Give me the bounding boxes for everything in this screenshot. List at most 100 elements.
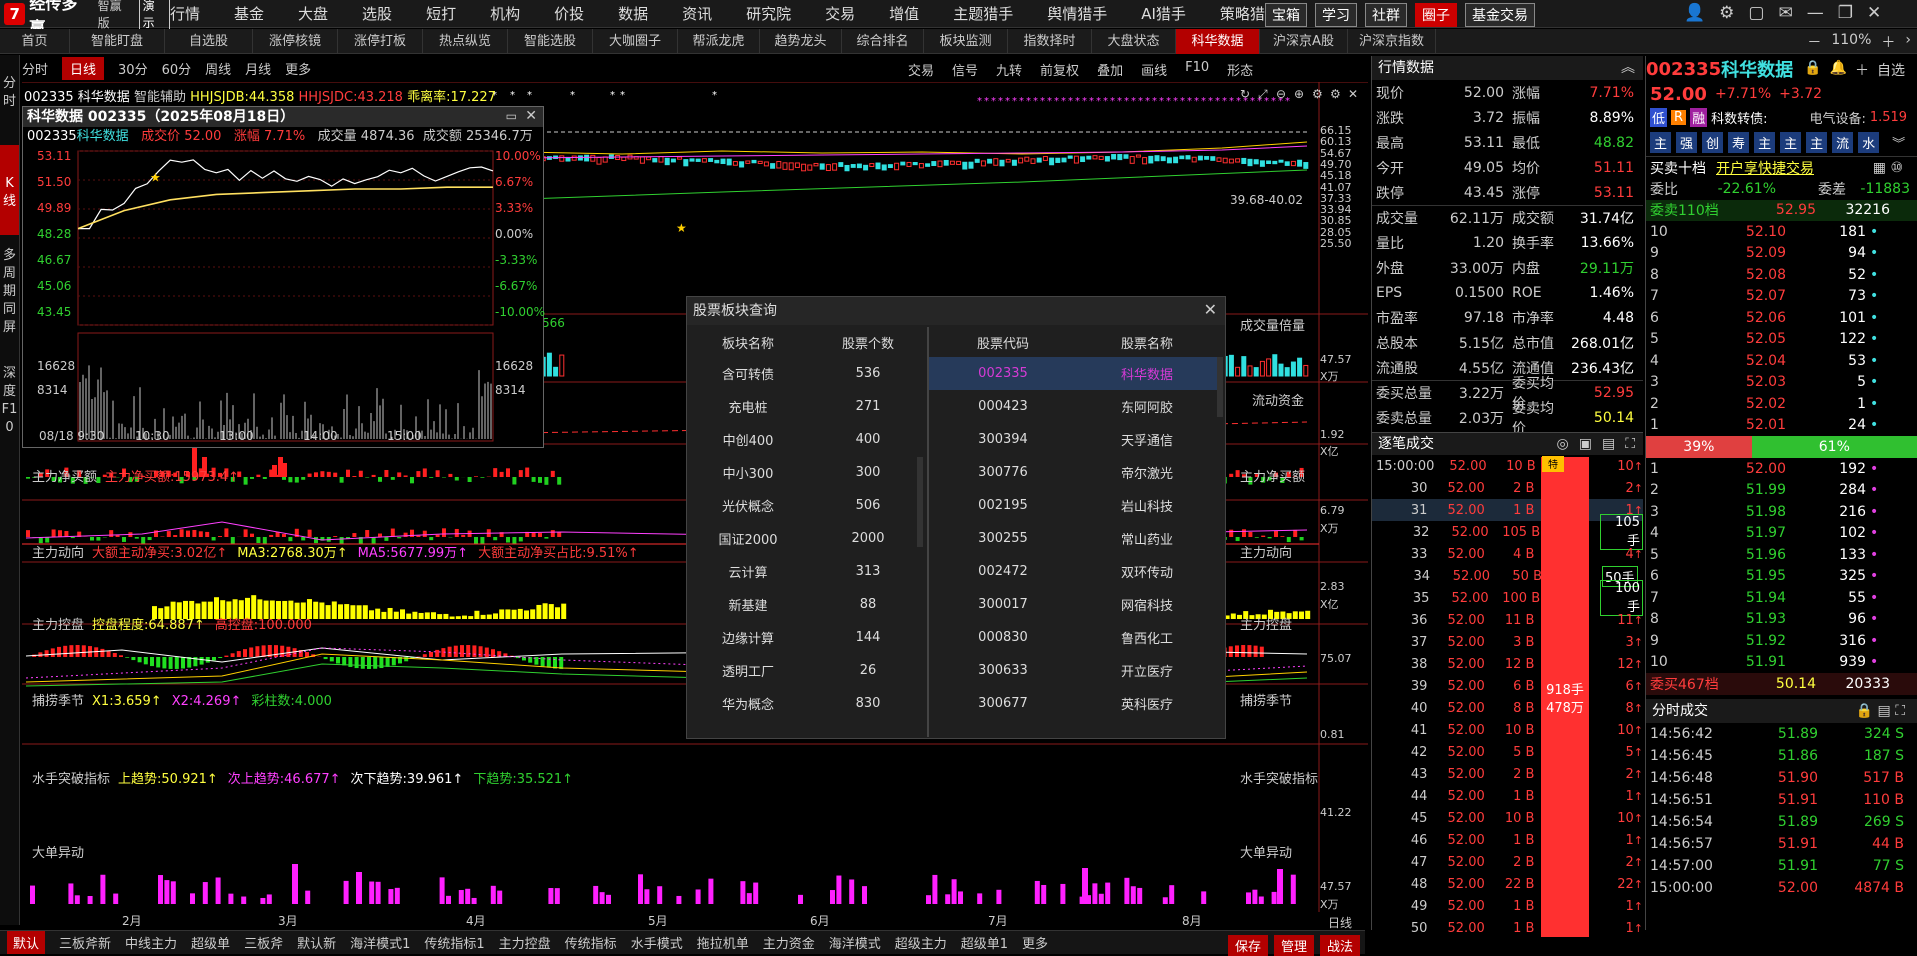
sector-row[interactable]: 含可转债536 <box>687 357 927 390</box>
tool-right-4[interactable]: 叠加 <box>1097 60 1123 79</box>
timesales-list-icon[interactable]: ▤ <box>1878 703 1891 719</box>
template-16[interactable]: 更多 <box>1022 933 1048 952</box>
menu-item-14[interactable]: AI猎手 <box>1141 3 1186 24</box>
tool-right-6[interactable]: F10 <box>1185 60 1209 79</box>
buy-row[interactable]: 351.98216• <box>1646 501 1917 523</box>
col-stock-name[interactable]: 股票名称 <box>1077 333 1217 352</box>
stock-row[interactable]: 300677英科医疗 <box>929 687 1219 720</box>
open-account-link[interactable]: 开户享快捷交易 <box>1716 158 1814 178</box>
intraday-chart[interactable]: ★ <box>23 147 543 447</box>
template-11[interactable]: 拖拉机单 <box>697 933 749 952</box>
stock-row[interactable]: 002335科华数据 <box>929 357 1219 390</box>
stock-badge[interactable]: 水 <box>1858 132 1879 153</box>
top-button-0[interactable]: 宝箱 <box>1265 3 1307 27</box>
menu-item-9[interactable]: 研究院 <box>746 3 791 24</box>
tab-13[interactable]: 大盘状态 <box>1092 29 1176 54</box>
stock-bond-tag[interactable]: 科数转债: <box>1711 108 1767 127</box>
period-6[interactable]: 更多 <box>285 59 311 78</box>
close-icon[interactable]: ✕ <box>1867 3 1881 23</box>
menu-item-1[interactable]: 基金 <box>234 3 264 24</box>
buy-row[interactable]: 451.97102• <box>1646 523 1917 545</box>
stock-badge[interactable]: 强 <box>1676 132 1697 153</box>
tab-7[interactable]: 大咖圈子 <box>593 29 678 54</box>
period-1[interactable]: 日线 <box>62 57 104 80</box>
stock-row[interactable]: 000830鲁西化工 <box>929 621 1219 654</box>
tab-14[interactable]: 科华数据 <box>1176 29 1260 54</box>
stock-row[interactable]: 300255常山药业 <box>929 522 1219 555</box>
sell-row[interactable]: 352.035• <box>1646 372 1917 394</box>
menu-item-11[interactable]: 增值 <box>889 3 919 24</box>
col-sector-name[interactable]: 板块名称 <box>687 333 809 352</box>
buy-row[interactable]: 152.00192• <box>1646 458 1917 480</box>
buy-row[interactable]: 551.96133• <box>1646 544 1917 566</box>
tab-9[interactable]: 趋势龙头 <box>760 29 842 54</box>
stock-scrollbar[interactable] <box>1217 357 1223 417</box>
stock-row[interactable]: 300776帝尔激光 <box>929 456 1219 489</box>
tab-6[interactable]: 智能选股 <box>508 29 593 54</box>
tool-right-7[interactable]: 形态 <box>1227 60 1253 79</box>
stock-row[interactable]: 002195岩山科技 <box>929 489 1219 522</box>
bottom-action-2[interactable]: 战法 <box>1320 935 1360 956</box>
left-kline[interactable]: K线 <box>0 145 19 235</box>
template-4[interactable]: 三板斧 <box>244 933 283 952</box>
tab-11[interactable]: 板块监测 <box>924 29 1008 54</box>
tab-0[interactable]: 首页 <box>0 29 70 54</box>
tick-filter-icon[interactable]: ◎ <box>1557 433 1569 455</box>
stock-row[interactable]: 300017网宿科技 <box>929 588 1219 621</box>
menu-item-6[interactable]: 价投 <box>554 3 584 24</box>
buy-row[interactable]: 751.9455• <box>1646 587 1917 609</box>
col-stock-code[interactable]: 股票代码 <box>929 333 1077 352</box>
stock-badge[interactable]: 主 <box>1650 132 1671 153</box>
top-button-2[interactable]: 社群 <box>1365 3 1407 27</box>
buy-row[interactable]: 951.92316• <box>1646 630 1917 652</box>
sector-row[interactable]: 边缘计算144 <box>687 621 927 654</box>
menu-item-0[interactable]: 行情 <box>170 3 200 24</box>
period-0[interactable]: 分时 <box>22 59 48 78</box>
tab-8[interactable]: 帮派龙虎 <box>678 29 760 54</box>
menu-item-10[interactable]: 交易 <box>825 3 855 24</box>
settings-icon[interactable]: ⚙ <box>1719 3 1734 23</box>
lock-icon[interactable]: 🔒 <box>1804 60 1821 80</box>
sector-row[interactable]: 云计算313 <box>687 555 927 588</box>
sector-row[interactable]: 华为概念830 <box>687 687 927 720</box>
timesales-lock-icon[interactable]: 🔒 <box>1856 703 1873 719</box>
menu-item-2[interactable]: 大盘 <box>298 3 328 24</box>
sell-row[interactable]: 652.06101• <box>1646 307 1917 329</box>
skin-icon[interactable]: ▢ <box>1748 3 1764 23</box>
buy-row[interactable]: 1051.91939• <box>1646 652 1917 674</box>
stock-row[interactable]: 300394天孚通信 <box>929 423 1219 456</box>
period-5[interactable]: 月线 <box>245 59 271 78</box>
demo-badge[interactable]: 演示 <box>139 0 170 32</box>
tool-right-0[interactable]: 交易 <box>908 60 934 79</box>
zoom-out-icon[interactable]: － <box>1807 32 1821 52</box>
tick-detail-icon[interactable]: ▤ <box>1602 433 1615 455</box>
stock-badge[interactable]: 寿 <box>1728 132 1749 153</box>
buy-row[interactable]: 251.99284• <box>1646 480 1917 502</box>
template-6[interactable]: 海洋模式1 <box>350 933 410 952</box>
zoom-in-icon[interactable]: ＋ <box>1881 32 1895 52</box>
tool-right-5[interactable]: 画线 <box>1141 60 1167 79</box>
bell-icon[interactable]: 🔔 <box>1830 60 1847 80</box>
sell-row[interactable]: 552.05122• <box>1646 329 1917 351</box>
tab-4[interactable]: 涨停打板 <box>338 29 423 54</box>
period-3[interactable]: 60分 <box>162 59 192 78</box>
sell-row[interactable]: 252.021• <box>1646 393 1917 415</box>
tab-10[interactable]: 综合排名 <box>842 29 924 54</box>
template-1[interactable]: 三板斧新 <box>59 933 111 952</box>
template-3[interactable]: 超级单 <box>191 933 230 952</box>
popup-close-icon[interactable]: ✕ <box>525 108 537 124</box>
template-7[interactable]: 传统指标1 <box>424 933 484 952</box>
menu-item-4[interactable]: 短打 <box>426 3 456 24</box>
next-tab-icon[interactable]: › <box>1905 32 1911 52</box>
sell-row[interactable]: 452.0453• <box>1646 350 1917 372</box>
template-15[interactable]: 超级单1 <box>961 933 1008 952</box>
left-f10[interactable]: 深度F10 <box>0 355 19 437</box>
timesales-expand-icon[interactable]: ⛶ <box>1895 703 1905 719</box>
popup-minimize-icon[interactable]: ▭ <box>506 109 517 123</box>
template-10[interactable]: 水手模式 <box>631 933 683 952</box>
tab-3[interactable]: 涨停核镜 <box>253 29 338 54</box>
restore-icon[interactable]: ❐ <box>1838 3 1853 23</box>
stock-badge[interactable]: 主 <box>1780 132 1801 153</box>
collapse-icon[interactable]: ︽ <box>1621 56 1635 80</box>
sector-row[interactable]: 光伏概念506 <box>687 489 927 522</box>
